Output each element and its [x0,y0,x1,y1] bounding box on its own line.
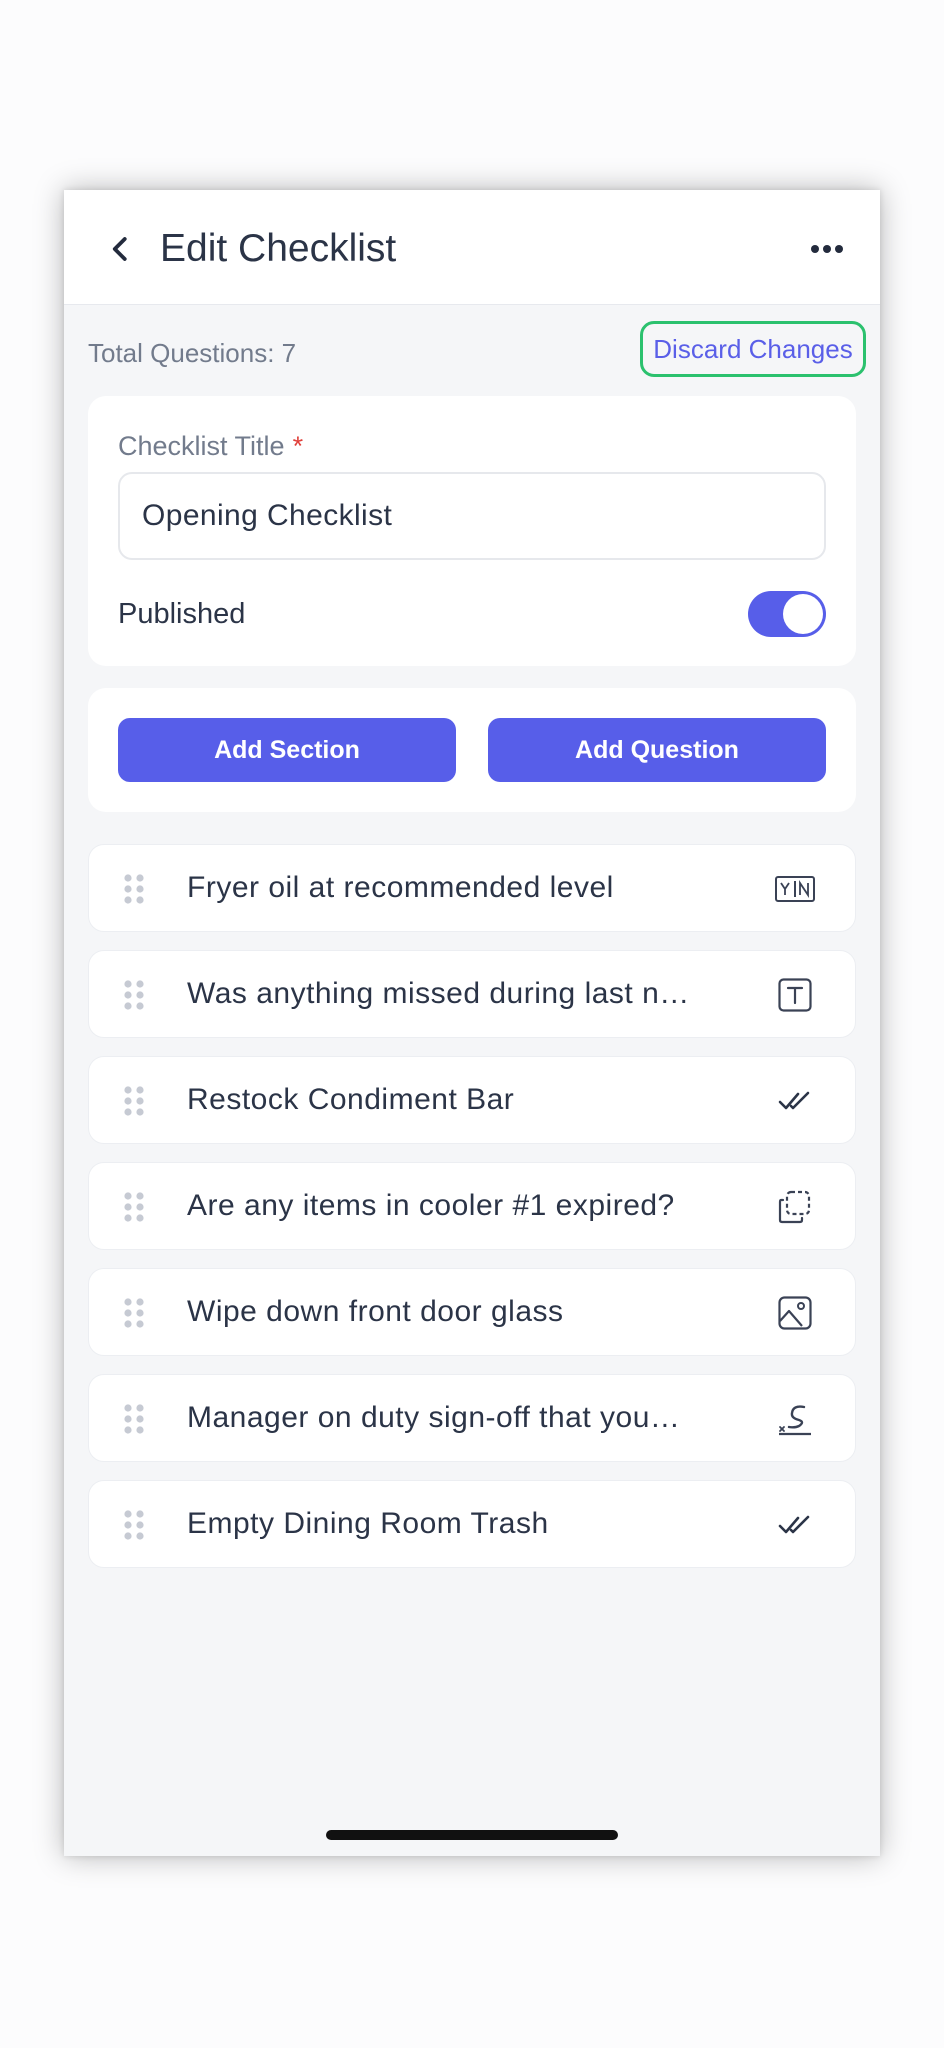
back-button[interactable] [94,222,148,276]
question-text: Restock Condiment Bar [187,1083,515,1116]
question-item[interactable]: Was anything missed during last n… [88,950,856,1038]
checklist-title-input[interactable] [118,472,826,560]
top-bar: Edit Checklist [64,190,880,305]
drag-handle-icon[interactable] [123,1403,145,1435]
home-indicator [326,1830,618,1840]
question-item[interactable]: Fryer oil at recommended level [88,844,856,932]
checkmark-icon [775,1505,815,1545]
chevron-left-icon [112,237,127,261]
question-text: Wipe down front door glass [187,1295,564,1328]
drag-handle-icon[interactable] [123,1509,145,1541]
question-item[interactable]: Wipe down front door glass [88,1268,856,1356]
question-item[interactable]: Are any items in cooler #1 expired? [88,1162,856,1250]
question-text: Are any items in cooler #1 expired? [187,1189,675,1222]
question-item[interactable]: Manager on duty sign-off that you… [88,1374,856,1462]
add-question-button[interactable]: Add Question [488,718,826,782]
checklist-title-label: Checklist Title * [118,426,303,466]
checkmark-icon [775,1081,815,1121]
published-toggle[interactable] [748,591,826,637]
actions-card: Add Section Add Question [88,688,856,812]
more-horizontal-icon [811,245,843,253]
discard-changes-button[interactable]: Discard Changes [640,321,866,377]
question-text: Fryer oil at recommended level [187,871,614,904]
drag-handle-icon[interactable] [123,1297,145,1329]
more-options-button[interactable] [800,222,854,276]
checklist-details-card: Checklist Title* Published [88,396,856,666]
drag-handle-icon[interactable] [123,1085,145,1117]
total-questions-count: Total Questions: 7 [88,338,297,368]
toggle-knob [783,594,823,634]
add-section-button[interactable]: Add Section [118,718,456,782]
image-icon [775,1293,815,1333]
published-label: Published [118,598,246,630]
phone-screen: Edit Checklist Total Questions: 7 Discar… [64,190,880,1856]
drag-handle-icon[interactable] [123,873,145,905]
required-marker: * [292,431,304,461]
drag-handle-icon[interactable] [123,1191,145,1223]
question-text: Was anything missed during last n… [187,977,690,1010]
drag-handle-icon[interactable] [123,979,145,1011]
page-title: Edit Checklist [160,227,397,270]
question-text: Empty Dining Room Trash [187,1507,549,1540]
signature-icon [775,1399,815,1439]
text-icon [775,975,815,1015]
question-text: Manager on duty sign-off that you… [187,1401,681,1434]
checklist-title-label-text: Checklist Title [118,431,285,461]
copy-icon [775,1187,815,1227]
question-list: Fryer oil at recommended level Was anyth… [88,844,856,1586]
question-item[interactable]: Empty Dining Room Trash [88,1480,856,1568]
yes-no-icon [775,869,815,909]
question-item[interactable]: Restock Condiment Bar [88,1056,856,1144]
